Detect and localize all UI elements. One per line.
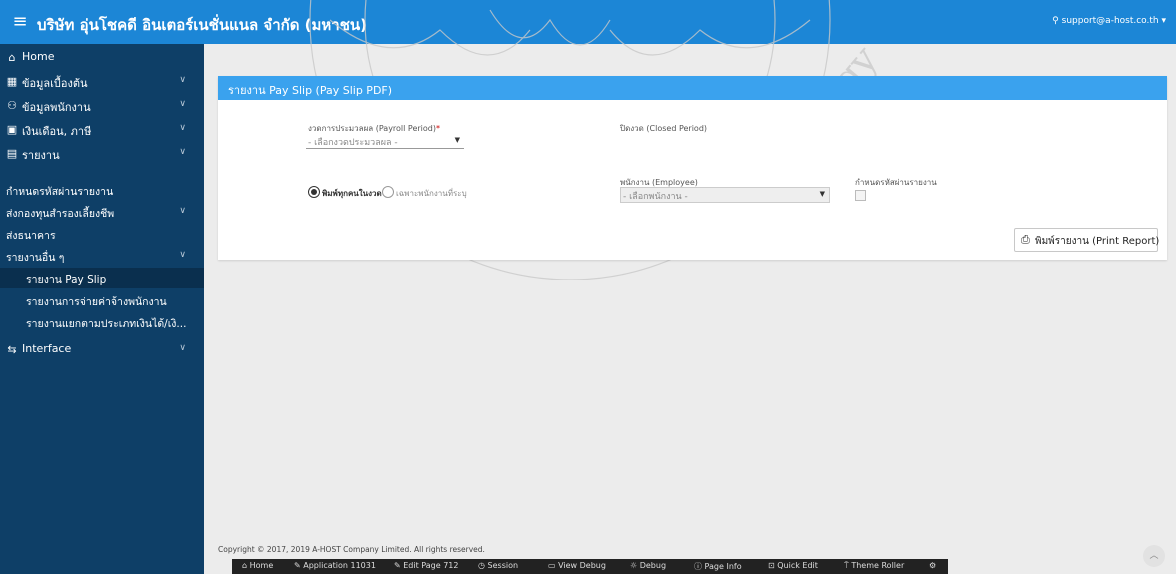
users-icon: ⚇ xyxy=(7,99,17,112)
chevron-up-icon: ︿ xyxy=(1149,551,1159,561)
sidebar-item-wage-payment[interactable]: รายงานการจ่ายค่าจ้างพนักงาน xyxy=(0,290,204,310)
sidebar-item-reports[interactable]: ▤ รายงาน ∨ xyxy=(0,142,204,166)
dev-view-debug-label: View Debug xyxy=(558,561,606,570)
dev-application-button[interactable]: ✎ Application 11031 xyxy=(294,561,376,570)
user-icon: ⚲ xyxy=(1052,16,1062,26)
dev-view-debug-button[interactable]: ▭ View Debug xyxy=(548,561,606,570)
sidebar-item-label: ส่งกองทุนสำรองเลี้ยงชีพ xyxy=(6,208,115,220)
dev-theme-roller-button[interactable]: ⍑ Theme Roller xyxy=(844,561,904,571)
bug-icon: ☼ xyxy=(630,561,640,570)
chevron-down-icon: ▼ xyxy=(454,136,460,144)
sidebar-item-provident-fund[interactable]: ส่งกองทุนสำรองเลี้ยงชีพ ∨ xyxy=(0,202,204,222)
chevron-down-icon: ∨ xyxy=(179,250,186,260)
user-email: support@a-host.co.th ▾ xyxy=(1061,16,1166,26)
sidebar-item-bank[interactable]: ส่งธนาคาร xyxy=(0,224,204,244)
closed-period-label: ปิดงวด (Closed Period) xyxy=(620,124,708,133)
chevron-down-icon: ∨ xyxy=(179,343,186,353)
dev-home-button[interactable]: ⌂ Home xyxy=(242,561,273,570)
print-report-label: พิมพ์รายงาน (Print Report) xyxy=(1035,236,1160,247)
radio-selected-employee-label[interactable]: เฉพาะพนักงานที่ระบุ xyxy=(396,187,467,200)
dev-session-button[interactable]: ◷ Session xyxy=(478,561,518,570)
sidebar-item-report-password[interactable]: กำหนดรหัสผ่านรายงาน xyxy=(0,180,204,200)
sidebar-item-label: Interface xyxy=(22,342,72,355)
top-navigation-bar: ≡ บริษัท อุ่นโชคดี อินเตอร์เนชั่นแนล จำก… xyxy=(0,0,1176,44)
panel-header: รายงาน Pay Slip (Pay Slip PDF) xyxy=(218,76,1167,100)
sidebar-item-employee-data[interactable]: ⚇ ข้อมูลพนักงาน ∨ xyxy=(0,94,204,118)
dev-debug-label: Debug xyxy=(639,561,667,570)
sidebar-item-basic-data[interactable]: ▦ ข้อมูลเบื้องต้น ∨ xyxy=(0,70,204,94)
sidebar-item-label: กำหนดรหัสผ่านรายงาน xyxy=(6,186,114,198)
app-title[interactable]: บริษัท อุ่นโชคดี อินเตอร์เนชั่นแนล จำกัด… xyxy=(37,13,367,37)
dev-session-label: Session xyxy=(487,561,519,570)
dev-edit-page-button[interactable]: ✎ Edit Page 712 xyxy=(394,561,458,570)
radio-print-all-label[interactable]: พิมพ์ทุกคนในงวด xyxy=(322,187,382,200)
dev-page-info-button[interactable]: ⓘ Page Info xyxy=(694,561,742,572)
dev-page-info-label: Page Info xyxy=(704,562,742,571)
sidebar-item-label: รายงานแยกตามประเภทเงินได้/เงิ... xyxy=(26,318,187,330)
home-icon: ⌂ xyxy=(242,561,250,570)
report-icon: ▤ xyxy=(6,147,18,160)
dev-debug-button[interactable]: ☼ Debug xyxy=(630,561,666,570)
dev-quick-edit-label: Quick Edit xyxy=(777,561,818,570)
sidebar-item-label: รายงาน xyxy=(22,149,60,162)
radio-print-all[interactable] xyxy=(308,186,320,198)
sidebar-item-label: ข้อมูลพนักงาน xyxy=(22,101,91,114)
employee-select[interactable]: - เลือกพนักงาน - ▼ xyxy=(620,187,830,203)
chevron-down-icon: ∨ xyxy=(179,206,186,216)
copyright-text: Copyright © 2017, 2019 A-HOST Company Li… xyxy=(218,545,485,554)
edit-icon: ✎ xyxy=(294,561,304,570)
dev-home-label: Home xyxy=(249,561,274,570)
hamburger-icon[interactable]: ≡ xyxy=(10,12,30,32)
user-menu[interactable]: ⚲ support@a-host.co.th ▾ xyxy=(1052,16,1166,26)
dev-theme-roller-label: Theme Roller xyxy=(851,561,905,570)
chevron-down-icon: ▼ xyxy=(819,190,825,198)
edit-icon: ✎ xyxy=(394,561,404,570)
chevron-down-icon: ∨ xyxy=(179,123,186,133)
report-password-label: กำหนดรหัสผ่านรายงาน xyxy=(855,178,937,187)
dev-application-label: Application 11031 xyxy=(303,561,376,570)
report-password-checkbox[interactable] xyxy=(855,190,866,201)
developer-toolbar: ⌂ Home ✎ Application 11031 ✎ Edit Page 7… xyxy=(232,559,948,574)
grid-icon: ▦ xyxy=(6,75,18,88)
chevron-down-icon: ∨ xyxy=(179,75,186,85)
sidebar-item-interface[interactable]: ⇆ Interface ∨ xyxy=(0,338,204,362)
panel-title: รายงาน Pay Slip (Pay Slip PDF) xyxy=(228,84,393,97)
sidebar-item-income-type[interactable]: รายงานแยกตามประเภทเงินได้/เงิ... xyxy=(0,312,204,332)
sidebar-item-label: Home xyxy=(22,50,55,63)
sidebar-item-home[interactable]: ⌂ Home xyxy=(0,46,204,70)
required-marker: * xyxy=(435,124,440,133)
sidebar-item-label: ข้อมูลเบื้องต้น xyxy=(22,77,88,90)
chevron-down-icon: ∨ xyxy=(179,99,186,109)
dev-edit-page-label: Edit Page 712 xyxy=(403,561,459,570)
payroll-period-label-text: งวดการประมวลผล (Payroll Period) xyxy=(308,124,436,133)
sidebar-item-payslip[interactable]: รายงาน Pay Slip xyxy=(0,268,204,288)
printer-icon: ⎙ xyxy=(1021,233,1030,246)
sidebar-item-other-reports[interactable]: รายงานอื่น ๆ ∨ xyxy=(0,246,204,266)
sidebar-item-label: ส่งธนาคาร xyxy=(6,230,56,242)
payroll-period-value: - เลือกงวดประมวลผล - xyxy=(308,138,398,148)
sidebar-item-salary-tax[interactable]: ▣ เงินเดือน, ภาษี ∨ xyxy=(0,118,204,142)
print-report-button[interactable]: ⎙ พิมพ์รายงาน (Print Report) xyxy=(1014,228,1160,252)
employee-value: - เลือกพนักงาน - xyxy=(623,192,688,202)
home-icon: ⌂ xyxy=(8,51,16,64)
sidebar-item-label: รายงานการจ่ายค่าจ้างพนักงาน xyxy=(26,296,167,308)
dev-quick-edit-button[interactable]: ⊡ Quick Edit xyxy=(768,561,818,570)
sidebar-item-label: เงินเดือน, ภาษี xyxy=(22,125,92,138)
sidebar-item-label: รายงาน Pay Slip xyxy=(26,274,107,286)
clock-icon: ◷ xyxy=(478,561,488,570)
window-icon: ▭ xyxy=(548,561,559,570)
payroll-period-select[interactable]: - เลือกงวดประมวลผล - ▼ xyxy=(306,134,464,149)
money-icon: ▣ xyxy=(6,123,18,136)
cursor-icon: ⊡ xyxy=(768,561,778,570)
sidebar-item-label: รายงานอื่น ๆ xyxy=(6,252,65,264)
sidebar: ⌂ Home ▦ ข้อมูลเบื้องต้น ∨ ⚇ ข้อมูลพนักง… xyxy=(0,44,204,574)
radio-selected-employee[interactable] xyxy=(382,186,394,198)
chevron-down-icon: ∨ xyxy=(179,147,186,157)
gear-icon[interactable]: ⚙ xyxy=(929,561,936,570)
info-icon: ⓘ xyxy=(694,562,705,571)
scroll-to-top-button[interactable]: ︿ xyxy=(1143,545,1165,567)
swap-icon: ⇆ xyxy=(7,343,17,356)
